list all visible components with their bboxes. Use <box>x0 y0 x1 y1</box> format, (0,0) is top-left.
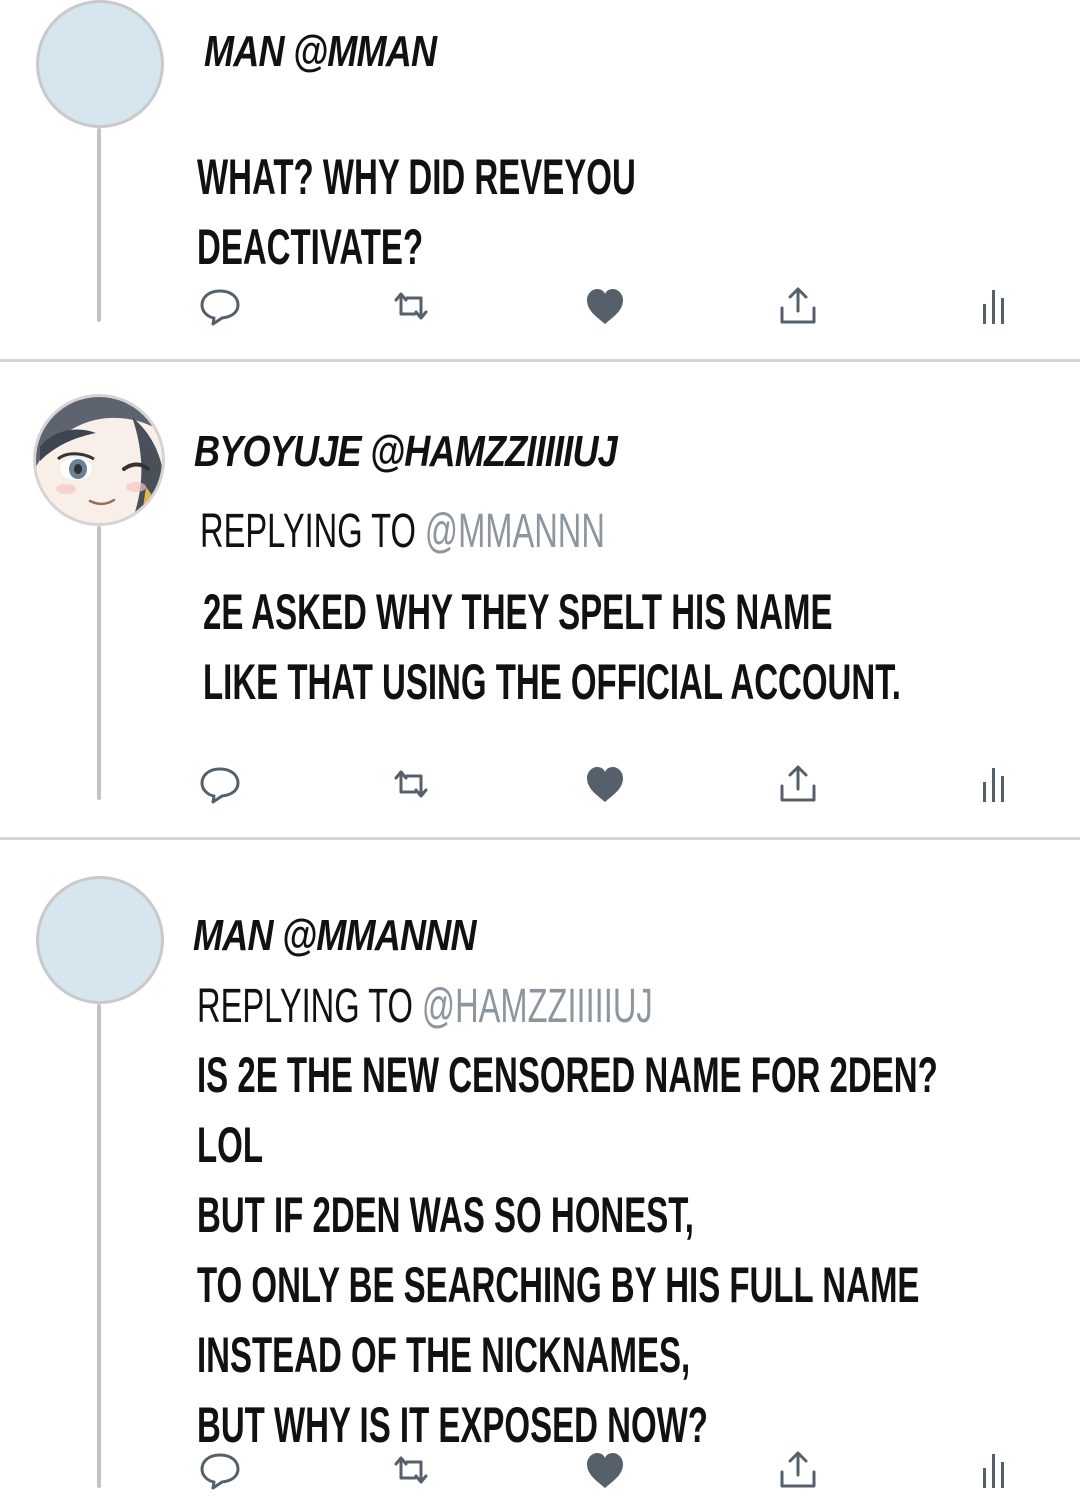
retweet-icon[interactable] <box>389 284 433 328</box>
display-name[interactable]: MAN <box>204 27 285 76</box>
like-icon[interactable] <box>583 284 627 328</box>
display-name[interactable]: BYOYUJE <box>194 427 362 476</box>
tweet-1[interactable]: MAN @MMAN WHAT? WHY DID REVEYOU DEACTIVA… <box>0 0 1080 360</box>
retweet-icon[interactable] <box>389 1448 433 1492</box>
action-bar <box>0 762 1080 806</box>
share-icon[interactable] <box>776 1448 820 1492</box>
thread-line <box>97 526 101 800</box>
illustrated-avatar-icon <box>36 397 162 523</box>
username[interactable]: @MMAN <box>293 27 437 76</box>
tweet-header: MAN @MMANNN <box>193 911 477 960</box>
like-icon[interactable] <box>583 762 627 806</box>
reply-icon[interactable] <box>198 762 242 806</box>
tweet-2[interactable]: BYOYUJE @HAMZZIIIIIUJ REPLYING TO @MMANN… <box>0 362 1080 838</box>
body-line: INSTEAD OF THE NICKNAMES, <box>197 1327 691 1383</box>
action-bar <box>0 1448 1080 1492</box>
username[interactable]: @MMANNN <box>282 911 477 960</box>
action-bar <box>0 284 1080 328</box>
analytics-icon[interactable] <box>972 762 1016 806</box>
replying-to: REPLYING TO @HAMZZIIIIIUJ <box>197 983 653 1031</box>
body-line: LOL <box>197 1117 263 1173</box>
avatar[interactable] <box>36 876 164 1004</box>
tweet-header: MAN @MMAN <box>204 27 437 76</box>
body-line: DEACTIVATE? <box>197 219 424 275</box>
like-icon[interactable] <box>583 1448 627 1492</box>
share-icon[interactable] <box>776 284 820 328</box>
body-line: WHAT? WHY DID REVEYOU <box>197 149 636 205</box>
replying-to: REPLYING TO @MMANNN <box>200 508 605 556</box>
display-name[interactable]: MAN <box>193 911 274 960</box>
tweet-body: 2E ASKED WHY THEY SPELT HIS NAME LIKE TH… <box>203 577 901 717</box>
thread-line <box>97 1004 101 1488</box>
replying-handle[interactable]: @MMANNN <box>425 505 605 558</box>
body-line: LIKE THAT USING THE OFFICIAL ACCOUNT. <box>203 654 901 710</box>
body-line: BUT IF 2DEN WAS SO HONEST, <box>197 1187 694 1243</box>
replying-label: REPLYING TO <box>197 980 413 1033</box>
tweet-3[interactable]: MAN @MMANNN REPLYING TO @HAMZZIIIIIUJ IS… <box>0 840 1080 1500</box>
tweet-header: BYOYUJE @HAMZZIIIIIUJ <box>194 427 618 476</box>
retweet-icon[interactable] <box>389 762 433 806</box>
replying-handle[interactable]: @HAMZZIIIIIUJ <box>422 980 653 1033</box>
username[interactable]: @HAMZZIIIIIUJ <box>370 427 618 476</box>
avatar[interactable] <box>36 0 164 128</box>
avatar[interactable] <box>33 394 165 526</box>
tweet-body: IS 2E THE NEW CENSORED NAME FOR 2DEN? LO… <box>197 1040 938 1460</box>
reply-icon[interactable] <box>198 1448 242 1492</box>
body-line: TO ONLY BE SEARCHING BY HIS FULL NAME <box>197 1257 920 1313</box>
analytics-icon[interactable] <box>972 284 1016 328</box>
body-line: 2E ASKED WHY THEY SPELT HIS NAME <box>203 584 833 640</box>
replying-label: REPLYING TO <box>200 505 416 558</box>
body-line: IS 2E THE NEW CENSORED NAME FOR 2DEN? <box>197 1047 938 1103</box>
tweet-body: WHAT? WHY DID REVEYOU DEACTIVATE? <box>197 142 636 282</box>
reply-icon[interactable] <box>198 284 242 328</box>
analytics-icon[interactable] <box>972 1448 1016 1492</box>
share-icon[interactable] <box>776 762 820 806</box>
